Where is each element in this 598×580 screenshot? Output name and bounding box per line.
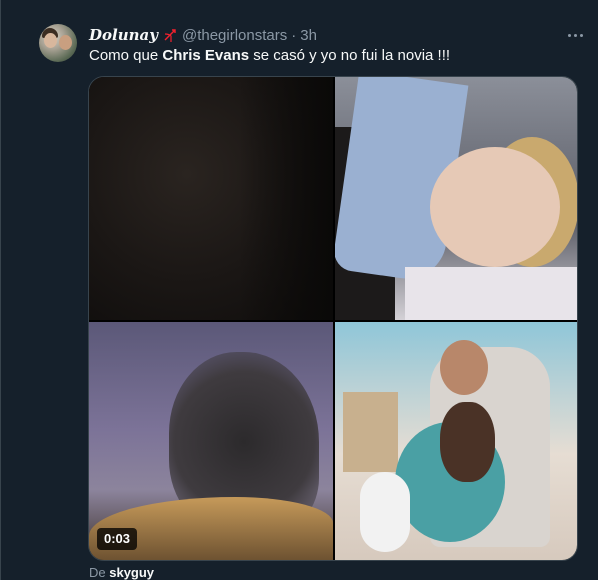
attribution-prefix: De xyxy=(89,565,110,580)
more-dot xyxy=(567,33,571,37)
more-dot xyxy=(579,33,583,37)
timestamp[interactable]: 3h xyxy=(300,27,317,44)
tweet-text: Como que Chris Evans se casó y yo no fui… xyxy=(89,46,450,66)
video-player[interactable] xyxy=(88,76,578,561)
frame-shelf xyxy=(343,392,398,472)
tweet-header: Dolunay @thegirlonstars · 3h xyxy=(89,25,317,45)
video-frame-bottom-left xyxy=(89,322,333,560)
video-attribution: De skyguy xyxy=(89,565,154,580)
bow-and-arrow-icon xyxy=(164,29,176,42)
more-dots-icon[interactable] xyxy=(563,24,587,46)
tweet[interactable]: Dolunay @thegirlonstars · 3h Como que Ch… xyxy=(0,0,598,580)
frame-shadow xyxy=(239,77,333,320)
more-dot xyxy=(573,33,577,37)
video-frame-top-left xyxy=(89,77,333,320)
frame-face xyxy=(430,147,560,267)
frame-leg xyxy=(360,472,410,552)
tweet-text-mention: Chris Evans xyxy=(162,47,250,64)
video-duration-badge: 0:03 xyxy=(97,528,138,550)
user-handle[interactable]: @thegirlonstars xyxy=(182,27,287,44)
video-frame-top-right xyxy=(335,77,577,320)
avatar-face-left xyxy=(44,33,57,48)
avatar-face-right xyxy=(59,35,72,50)
attribution-source[interactable]: skyguy xyxy=(109,565,154,580)
frame-man-head xyxy=(440,340,488,395)
display-name[interactable]: Dolunay xyxy=(89,26,158,44)
tweet-text-after: se casó y yo no fui la novia !!! xyxy=(249,47,451,64)
video-frame-bottom-right xyxy=(335,322,577,560)
tweet-text-before: Como que xyxy=(89,47,163,64)
separator-dot: · xyxy=(291,26,297,44)
avatar[interactable] xyxy=(39,24,77,62)
frame-shirt xyxy=(405,267,577,320)
frame-child-hair xyxy=(440,402,495,482)
